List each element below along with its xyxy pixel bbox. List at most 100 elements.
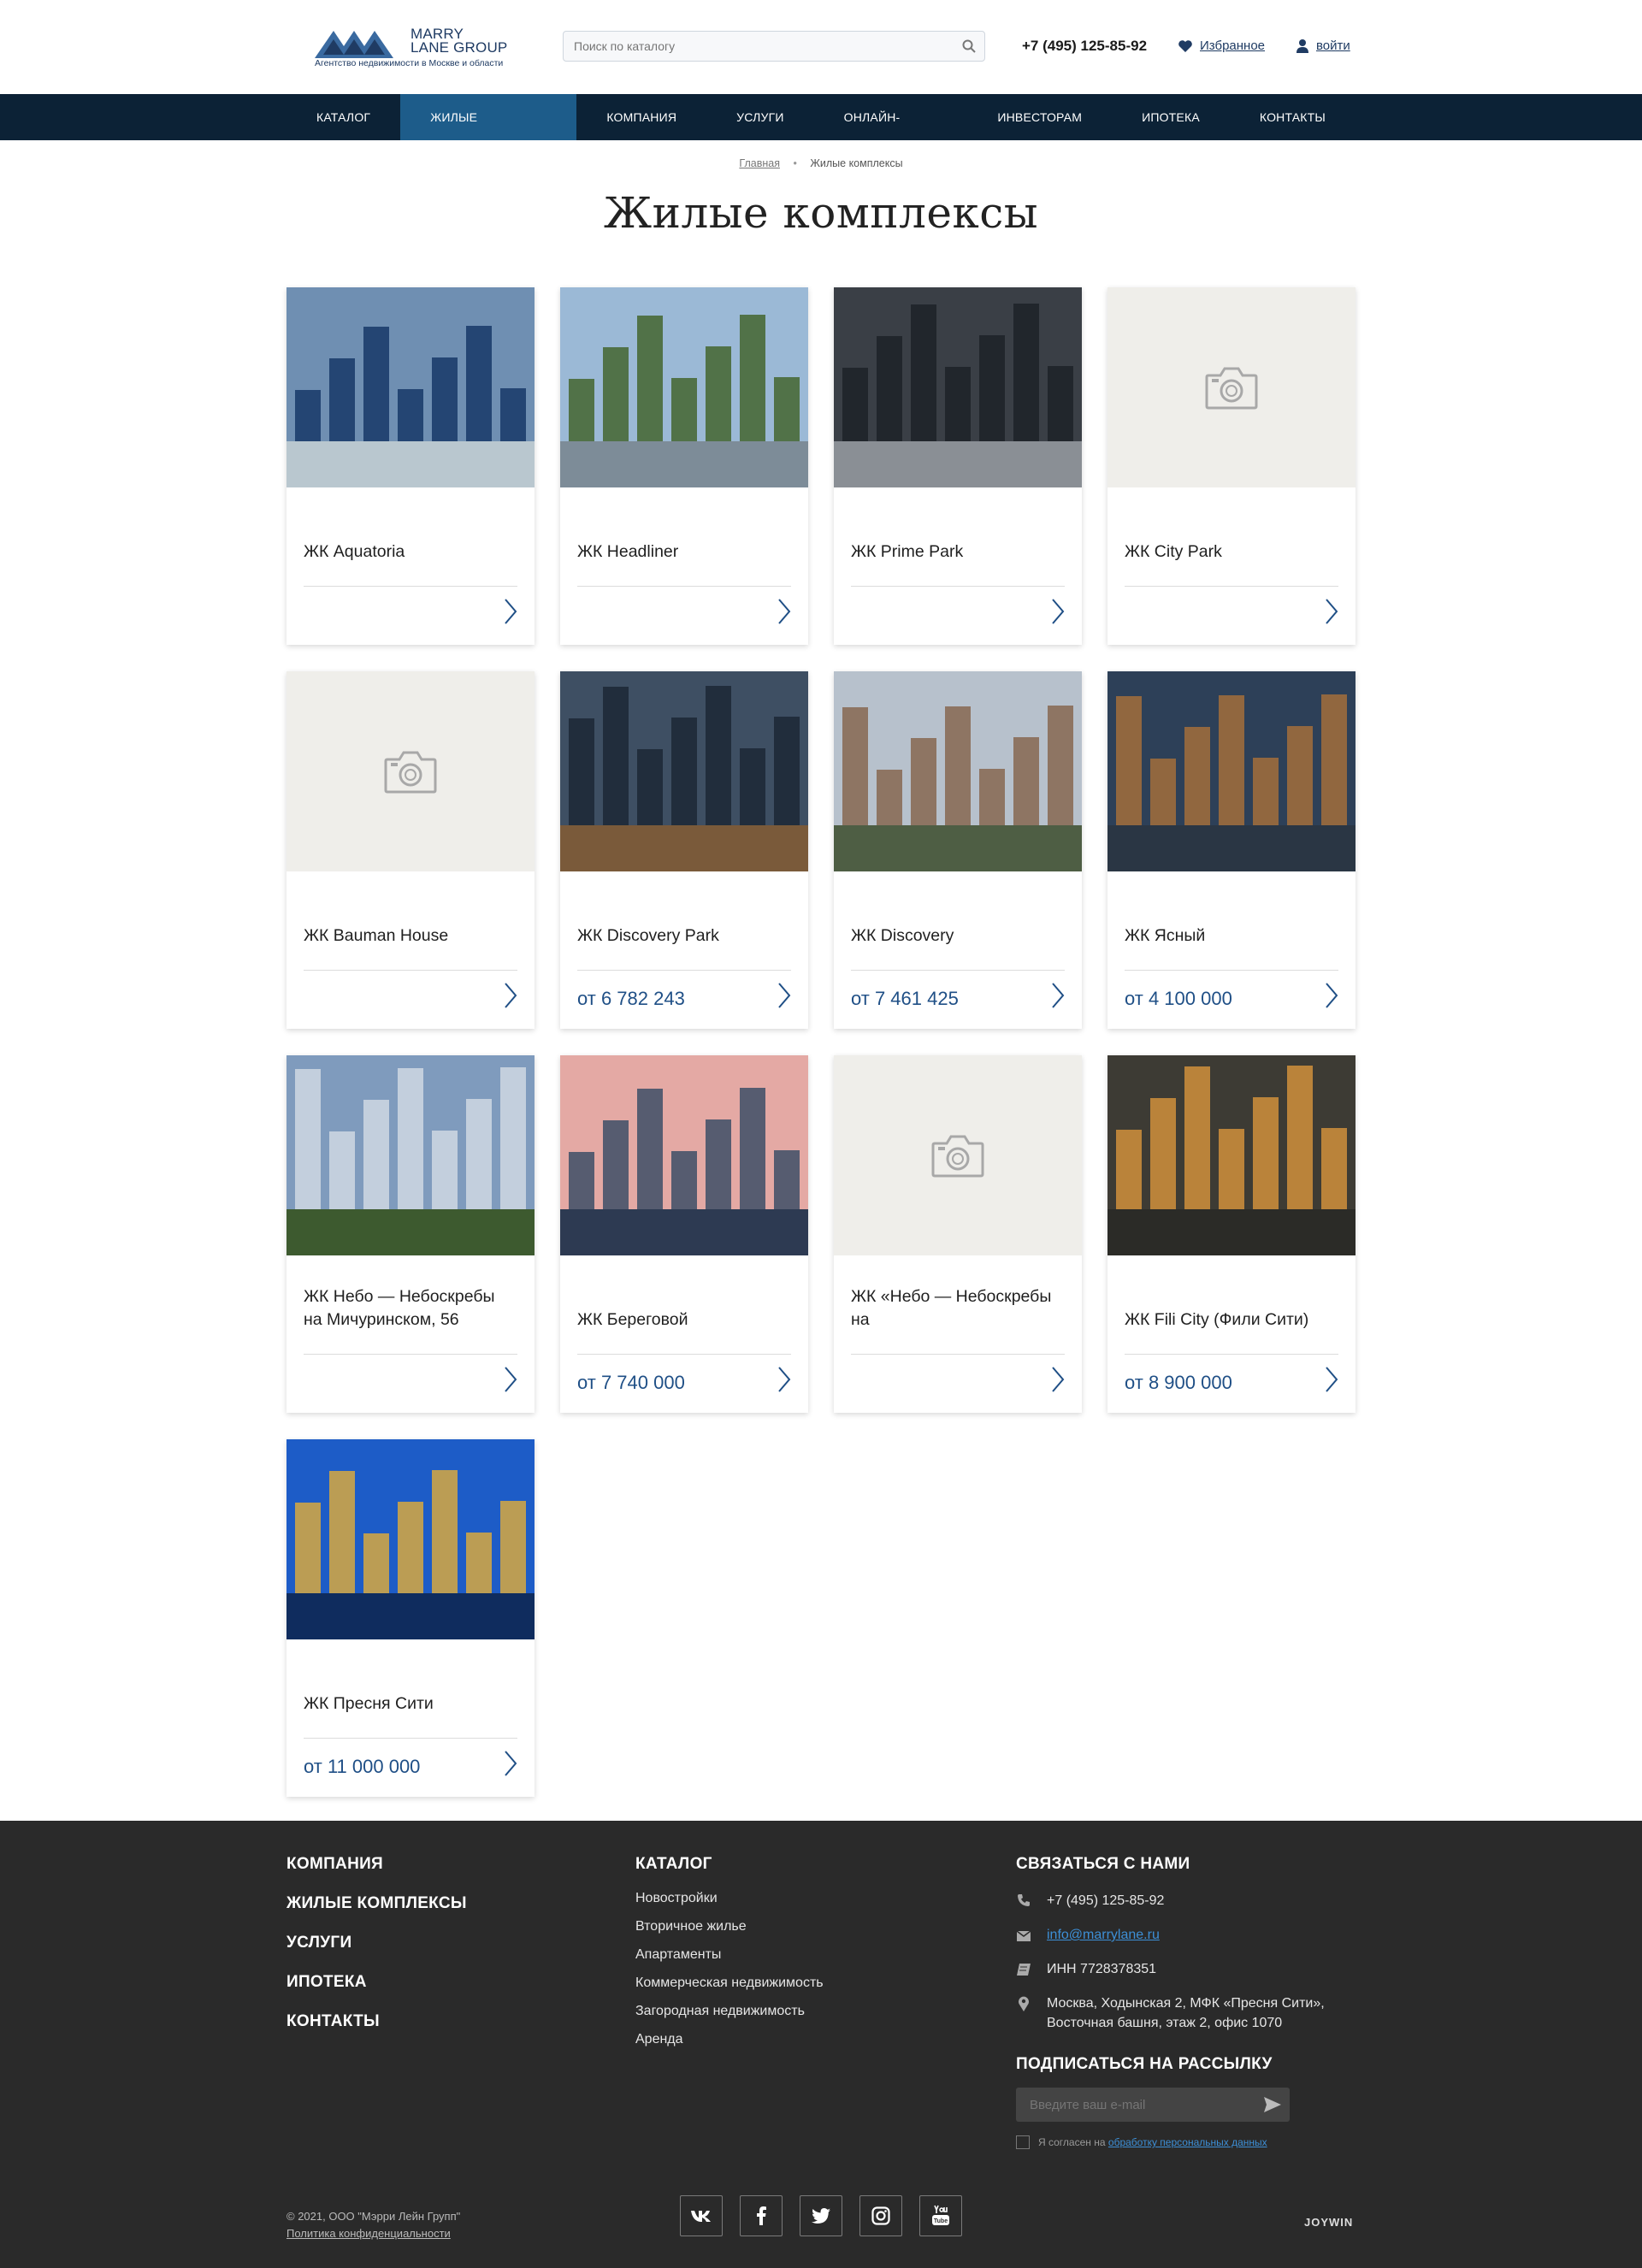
breadcrumb-home[interactable]: Главная xyxy=(739,157,780,169)
send-icon[interactable] xyxy=(1264,2097,1281,2112)
complex-card[interactable]: ЖК Prime Park xyxy=(834,287,1082,645)
footer-link-mortgage[interactable]: Ипотека xyxy=(286,1973,467,1992)
chevron-right-icon[interactable] xyxy=(1051,982,1065,1013)
footer-link-contacts[interactable]: Контакты xyxy=(286,2012,467,2031)
footer-catalog-link[interactable]: Коммерческая недвижимость xyxy=(635,1976,824,1991)
instagram-icon[interactable] xyxy=(859,2195,902,2236)
chevron-right-icon[interactable] xyxy=(1325,982,1338,1013)
subscribe-email-input[interactable] xyxy=(1016,2088,1266,2122)
complex-name[interactable]: ЖК Aquatoria xyxy=(304,540,517,564)
complex-photo[interactable] xyxy=(560,1055,808,1255)
footer-link-services[interactable]: Услуги xyxy=(286,1934,467,1952)
chevron-right-icon[interactable] xyxy=(1051,1366,1065,1397)
complex-name[interactable]: ЖК Bauman House xyxy=(304,924,517,948)
complex-card[interactable]: ЖК Fili City (Фили Сити) от 8 900 000 xyxy=(1107,1055,1356,1413)
complex-card[interactable]: ЖК «Небо — Небоскребы на xyxy=(834,1055,1082,1413)
footer-catalog-title[interactable]: Каталог xyxy=(635,1855,824,1874)
chevron-right-icon[interactable] xyxy=(1325,1366,1338,1397)
image-placeholder[interactable] xyxy=(286,671,535,871)
complex-name[interactable]: ЖК Headliner xyxy=(577,540,791,564)
page-title: Жилые комплексы xyxy=(603,188,1038,238)
nav-item-contacts[interactable]: Контакты xyxy=(1230,94,1356,140)
image-placeholder[interactable] xyxy=(1107,287,1356,487)
contact-email-value[interactable]: info@marrylane.ru xyxy=(1047,1925,1160,1945)
facebook-icon[interactable] xyxy=(740,2195,783,2236)
nav-item-services[interactable]: Услуги xyxy=(706,94,813,140)
twitter-icon[interactable] xyxy=(800,2195,842,2236)
contact-phone[interactable]: +7 (495) 125-85-92 xyxy=(1016,1891,1358,1913)
chevron-right-icon[interactable] xyxy=(777,982,791,1013)
complex-name[interactable]: ЖК Небо — Небоскребы на Мичуринском, 56 xyxy=(304,1285,517,1332)
footer-link-residential[interactable]: Жилые комплексы xyxy=(286,1894,467,1913)
nav-item-mortgage[interactable]: Ипотека xyxy=(1112,94,1230,140)
complex-photo[interactable] xyxy=(834,671,1082,871)
complex-name[interactable]: ЖК Пресня Сити xyxy=(304,1692,517,1716)
consent-text: Я согласен на обработку персональных дан… xyxy=(1038,2136,1267,2148)
footer-link-company[interactable]: Компания xyxy=(286,1855,467,1874)
nav-item-online-services[interactable]: Онлайн-услуги xyxy=(814,94,968,170)
chevron-right-icon[interactable] xyxy=(777,1366,791,1397)
chevron-right-icon[interactable] xyxy=(1325,598,1338,629)
building-photo xyxy=(560,287,808,487)
header-phone[interactable]: +7 (495) 125-85-92 xyxy=(1022,38,1147,55)
contact-email[interactable]: info@marrylane.ru xyxy=(1016,1925,1358,1947)
complex-card[interactable]: ЖК Aquatoria xyxy=(286,287,535,645)
complex-card[interactable]: ЖК City Park xyxy=(1107,287,1356,645)
footer-catalog-link[interactable]: Апартаменты xyxy=(635,1947,824,1963)
complex-name[interactable]: ЖК City Park xyxy=(1125,540,1338,564)
site-logo[interactable]: MARRY LANE GROUP Агентство недвижимости … xyxy=(315,26,520,70)
chevron-right-icon[interactable] xyxy=(504,982,517,1013)
search-box xyxy=(563,31,985,62)
consent-checkbox[interactable] xyxy=(1016,2135,1030,2149)
complex-photo[interactable] xyxy=(286,1055,535,1255)
complex-photo[interactable] xyxy=(286,1439,535,1639)
chevron-right-icon[interactable] xyxy=(777,598,791,629)
complex-card[interactable]: ЖК Пресня Сити от 11 000 000 xyxy=(286,1439,535,1797)
complex-photo[interactable] xyxy=(834,287,1082,487)
favorites-link[interactable]: Избранное xyxy=(1178,38,1265,53)
complex-name[interactable]: ЖК Fili City (Фили Сити) xyxy=(1125,1308,1338,1332)
privacy-link[interactable]: Политика конфиденциальности xyxy=(286,2227,451,2240)
chevron-right-icon[interactable] xyxy=(1051,598,1065,629)
search-icon[interactable] xyxy=(962,39,976,53)
complex-photo[interactable] xyxy=(560,287,808,487)
complex-photo[interactable] xyxy=(286,287,535,487)
complex-name[interactable]: ЖК Discovery xyxy=(851,924,1065,948)
complex-name[interactable]: ЖК Береговой xyxy=(577,1308,791,1332)
login-link[interactable]: войти xyxy=(1296,38,1350,53)
nav-item-catalog[interactable]: Каталог xyxy=(286,94,400,140)
complex-card[interactable]: ЖК Небо — Небоскребы на Мичуринском, 56 xyxy=(286,1055,535,1413)
footer-catalog-link[interactable]: Аренда xyxy=(635,2032,824,2047)
vk-icon[interactable] xyxy=(680,2195,723,2236)
footer-catalog-link[interactable]: Вторичное жилье xyxy=(635,1919,824,1934)
chevron-right-icon[interactable] xyxy=(504,1750,517,1781)
favorites-label: Избранное xyxy=(1200,38,1266,53)
complex-card[interactable]: ЖК Discovery от 7 461 425 xyxy=(834,671,1082,1029)
complex-photo[interactable] xyxy=(1107,671,1356,871)
complex-card[interactable]: ЖК Headliner xyxy=(560,287,808,645)
complex-card[interactable]: ЖК Береговой от 7 740 000 xyxy=(560,1055,808,1413)
nav-item-company[interactable]: Компания xyxy=(576,94,706,140)
complex-card[interactable]: ЖК Ясный от 4 100 000 xyxy=(1107,671,1356,1029)
complex-card[interactable]: ЖК Discovery Park от 6 782 243 xyxy=(560,671,808,1029)
complex-photo[interactable] xyxy=(1107,1055,1356,1255)
chevron-right-icon[interactable] xyxy=(504,1366,517,1397)
search-input[interactable] xyxy=(564,32,952,61)
complex-name[interactable]: ЖК Prime Park xyxy=(851,540,1065,564)
nav-item-investors[interactable]: Инвесторам xyxy=(967,94,1112,140)
complex-name[interactable]: ЖК Discovery Park xyxy=(577,924,791,948)
subscribe-title: Подписаться на рассылку xyxy=(1016,2055,1273,2073)
complex-photo[interactable] xyxy=(560,671,808,871)
complex-name[interactable]: ЖК Ясный xyxy=(1125,924,1338,948)
image-placeholder[interactable] xyxy=(834,1055,1082,1255)
youtube-icon[interactable]: Tube xyxy=(919,2195,962,2236)
consent-link[interactable]: обработку персональных данных xyxy=(1108,2136,1267,2148)
developer-logo[interactable]: JOYWIN xyxy=(1304,2216,1353,2229)
complex-card[interactable]: ЖК Bauman House xyxy=(286,671,535,1029)
contact-inn: ИНН 7728378351 xyxy=(1016,1959,1358,1982)
footer-catalog-link[interactable]: Новостройки xyxy=(635,1891,824,1906)
complex-name[interactable]: ЖК «Небо — Небоскребы на xyxy=(851,1285,1065,1332)
nav-item-residential[interactable]: Жилые комплексы xyxy=(400,94,577,170)
chevron-right-icon[interactable] xyxy=(504,598,517,629)
footer-catalog-link[interactable]: Загородная недвижимость xyxy=(635,2004,824,2019)
